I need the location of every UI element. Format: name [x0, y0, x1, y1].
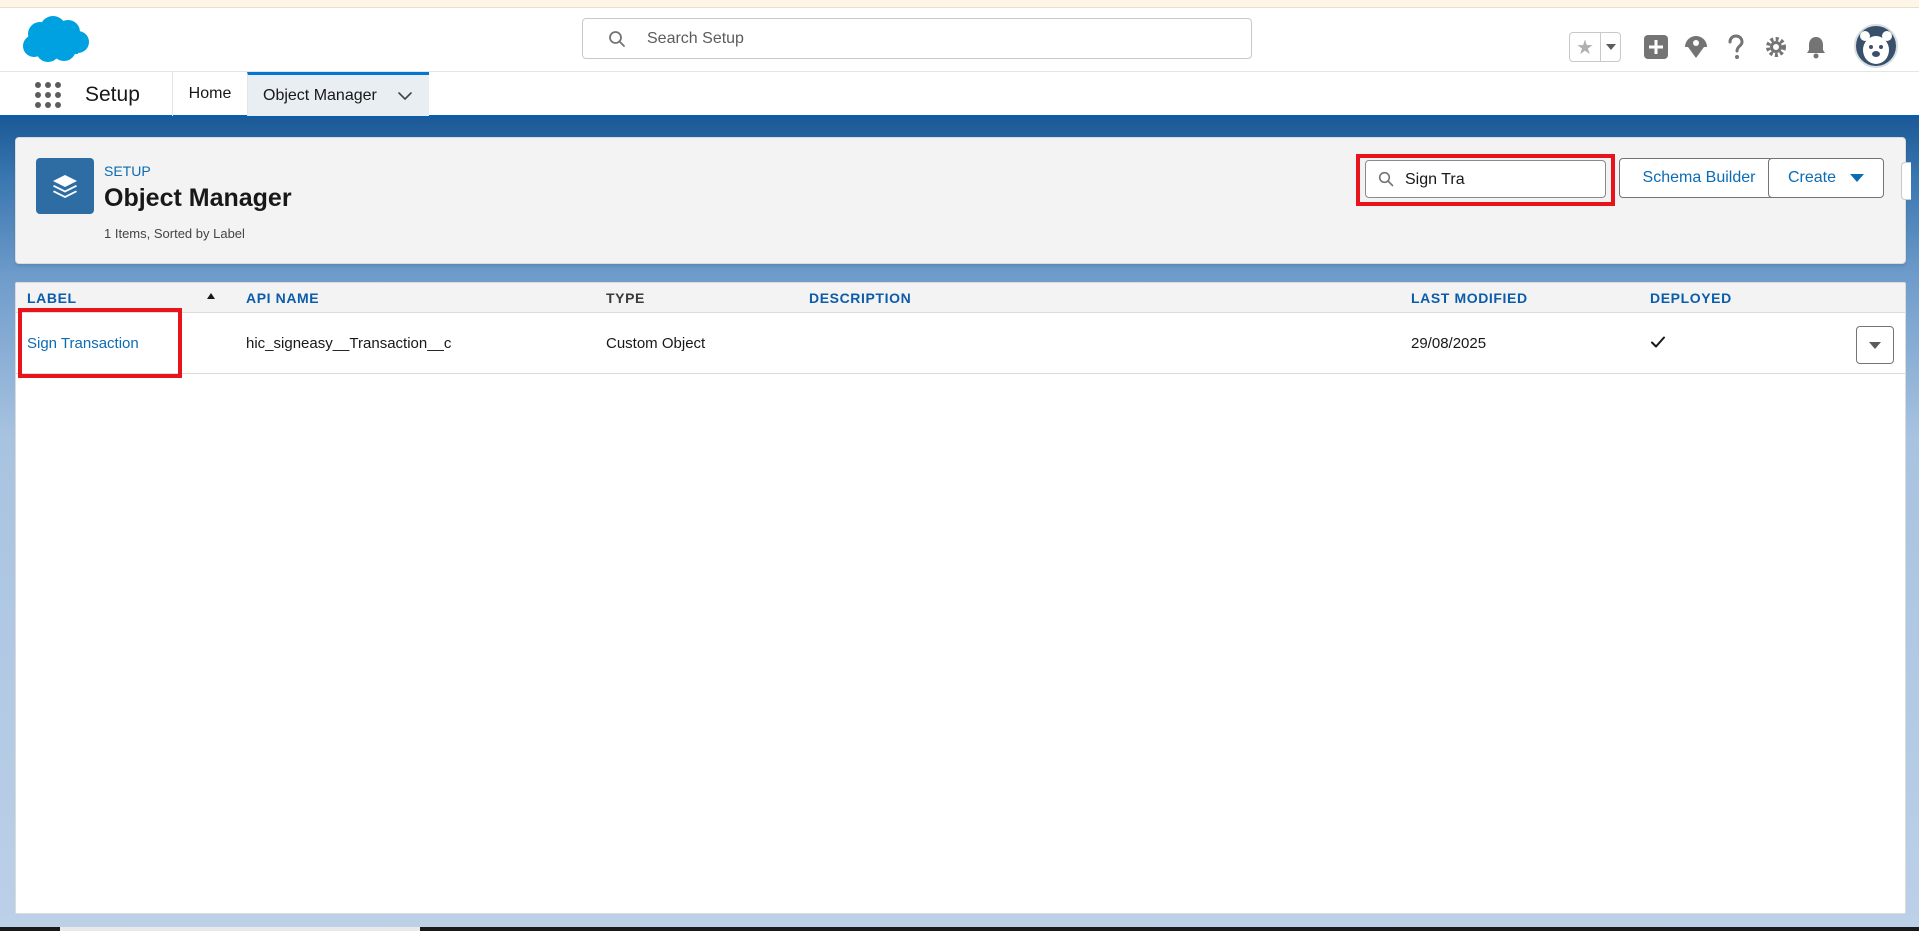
caret-down-icon [1869, 341, 1881, 349]
column-header-last-modified[interactable]: LAST MODIFIED [1411, 290, 1528, 306]
help-icon[interactable] [1721, 32, 1751, 62]
cell-type: Custom Object [606, 335, 706, 352]
gear-icon[interactable] [1761, 32, 1791, 62]
favorites-group: ★ [1569, 32, 1621, 62]
context-nav: Setup Home Object Manager [0, 71, 1919, 118]
object-link-sign-transaction[interactable]: Sign Transaction [27, 335, 139, 352]
global-search-input[interactable] [647, 27, 1227, 51]
quick-find-input[interactable] [1405, 169, 1600, 191]
side-panel-handle[interactable] [1901, 162, 1911, 200]
cell-api-name: hic_signeasy__Transaction__c [246, 335, 452, 352]
cell-label: Sign Transaction [27, 335, 139, 352]
quick-find-highlight [1356, 154, 1615, 206]
breadcrumb[interactable]: SETUP [104, 163, 151, 179]
table-header: LABEL API NAME TYPE DESCRIPTION LAST MOD… [16, 283, 1905, 313]
column-header-description[interactable]: DESCRIPTION [809, 290, 911, 306]
add-icon[interactable] [1641, 32, 1671, 62]
cell-last-modified: 29/08/2025 [1411, 335, 1487, 352]
app-launcher-icon[interactable] [35, 82, 63, 110]
tab-home-label: Home [188, 85, 232, 102]
tab-object-manager-label: Object Manager [263, 86, 377, 104]
sort-ascending-icon[interactable] [207, 293, 215, 299]
row-actions-button[interactable] [1856, 326, 1894, 364]
search-icon [609, 31, 625, 47]
create-button[interactable]: Create [1768, 158, 1884, 198]
item-count-meta: 1 Items, Sorted by Label [104, 226, 245, 241]
schema-builder-label: Schema Builder [1642, 169, 1756, 186]
caret-down-icon [1850, 174, 1865, 182]
column-header-label[interactable]: LABEL [27, 290, 77, 306]
tab-object-manager[interactable]: Object Manager [247, 72, 429, 116]
schema-builder-button[interactable]: Schema Builder [1619, 158, 1779, 198]
favorites-caret-down-icon[interactable] [1600, 33, 1620, 61]
trailhead-icon[interactable] [1681, 32, 1711, 62]
layers-icon [36, 158, 94, 214]
search-icon [1378, 171, 1394, 187]
bottom-scrollbar [0, 927, 1919, 931]
column-header-api-name[interactable]: API NAME [246, 290, 319, 306]
app-name: Setup [85, 83, 140, 106]
page-title: Object Manager [104, 184, 292, 212]
scrollbar-thumb[interactable] [60, 927, 420, 931]
star-icon[interactable]: ★ [1570, 33, 1600, 61]
table-row: Sign Transaction hic_signeasy__Transacti… [16, 308, 1905, 378]
bell-icon[interactable] [1801, 32, 1831, 62]
column-header-type[interactable]: TYPE [606, 290, 645, 306]
tab-home[interactable]: Home [172, 72, 247, 116]
page-header: SETUP Object Manager 1 Items, Sorted by … [15, 137, 1911, 264]
global-header: ★ [0, 8, 1919, 71]
chevron-down-icon[interactable] [397, 88, 413, 104]
checkmark-icon [1651, 336, 1665, 348]
create-label: Create [1787, 169, 1837, 186]
salesforce-cloud-logo[interactable] [20, 14, 92, 64]
column-header-deployed[interactable]: DEPLOYED [1650, 290, 1732, 306]
global-search-box[interactable] [582, 18, 1252, 59]
browser-top-strip [0, 0, 1919, 8]
avatar[interactable] [1854, 24, 1898, 68]
quick-find-box[interactable] [1365, 160, 1606, 198]
object-table: LABEL API NAME TYPE DESCRIPTION LAST MOD… [15, 282, 1906, 914]
